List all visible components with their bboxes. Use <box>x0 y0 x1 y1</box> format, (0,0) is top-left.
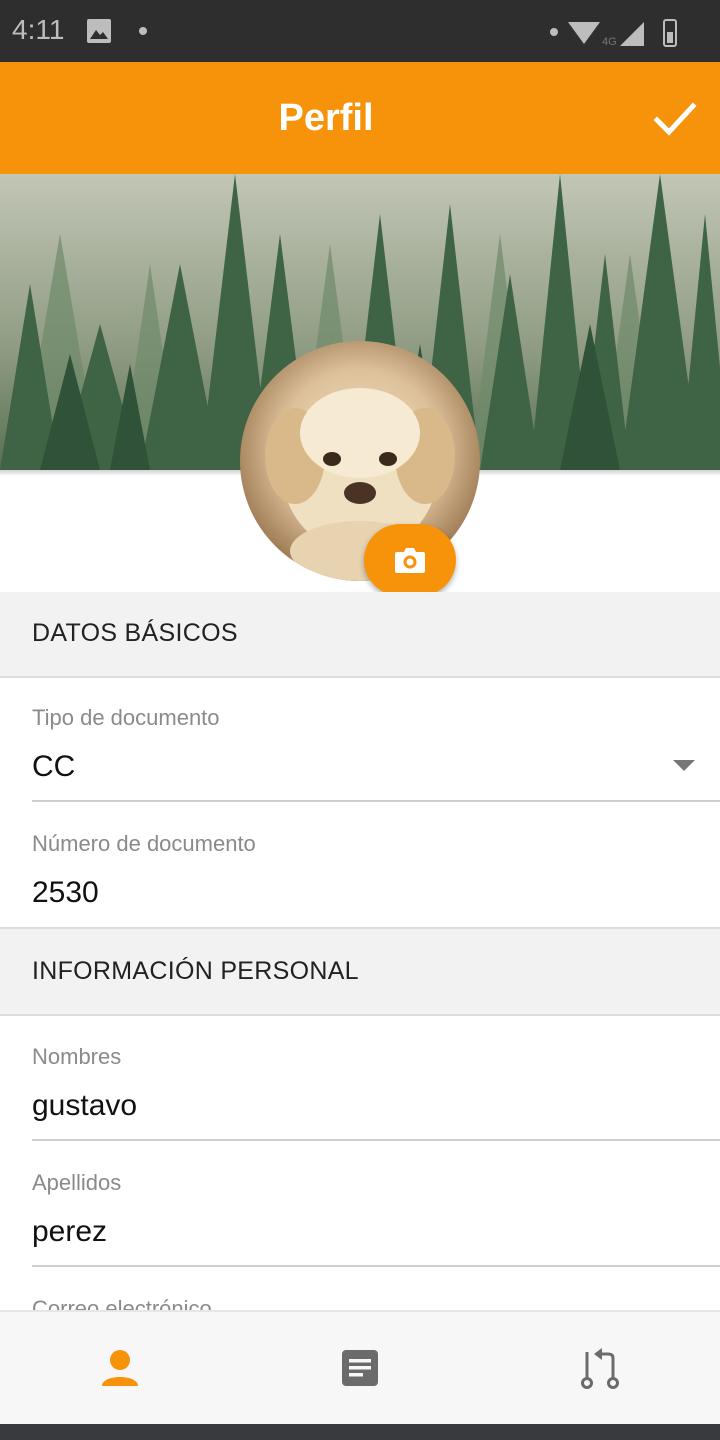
app-bar: Perfil <box>0 62 720 174</box>
document-number-field[interactable]: Número de documento 2530 <box>32 804 720 928</box>
signal-icon <box>620 22 644 46</box>
document-type-select[interactable]: Tipo de documento CC <box>32 678 720 802</box>
nav-item-documents[interactable] <box>240 1312 480 1424</box>
svg-text:4G: 4G <box>602 36 617 48</box>
system-navigation-bar <box>0 1424 720 1440</box>
field-underline <box>32 1265 720 1267</box>
field-label: Tipo de documento <box>32 705 220 730</box>
status-time: 4:11 <box>12 14 65 45</box>
field-underline <box>32 1139 720 1141</box>
notification-dot-icon <box>139 27 147 35</box>
field-value: CC <box>32 750 76 783</box>
person-icon <box>102 1350 138 1386</box>
field-label: Nombres <box>32 1044 122 1069</box>
names-field[interactable]: Nombres gustavo <box>32 1016 720 1142</box>
status-dot-icon <box>550 28 558 36</box>
dropdown-arrow-icon <box>673 760 695 771</box>
field-underline <box>32 800 720 802</box>
page-title: Perfil <box>278 97 374 139</box>
section-personal-info: INFORMACIÓN PERSONAL <box>0 927 720 1016</box>
field-value: 2530 <box>32 876 99 909</box>
surnames-field[interactable]: Apellidos perez <box>32 1142 720 1268</box>
pull-request-icon <box>581 1348 619 1389</box>
email-field[interactable]: Correo electrónico <box>32 1268 720 1310</box>
field-label: Apellidos <box>32 1170 122 1195</box>
document-icon <box>342 1350 378 1386</box>
status-bar: 4:11 4G <box>0 0 720 62</box>
section-title: DATOS BÁSICOS <box>32 619 238 647</box>
field-value: gustavo <box>32 1089 138 1122</box>
field-value: perez <box>32 1215 108 1248</box>
section-title: INFORMACIÓN PERSONAL <box>32 957 359 985</box>
camera-icon <box>395 548 425 573</box>
field-label: Correo electrónico <box>32 1296 212 1310</box>
status-icons: 4G <box>550 19 677 48</box>
check-icon[interactable] <box>652 96 698 142</box>
section-basic-data: DATOS BÁSICOS <box>0 592 720 678</box>
field-label: Número de documento <box>32 831 256 856</box>
nav-item-changes[interactable] <box>480 1312 720 1424</box>
image-notification-icon <box>87 19 111 43</box>
wifi-icon <box>568 22 600 44</box>
bottom-navigation <box>0 1310 720 1424</box>
nav-item-profile[interactable] <box>0 1312 240 1424</box>
change-photo-button[interactable] <box>364 524 456 596</box>
